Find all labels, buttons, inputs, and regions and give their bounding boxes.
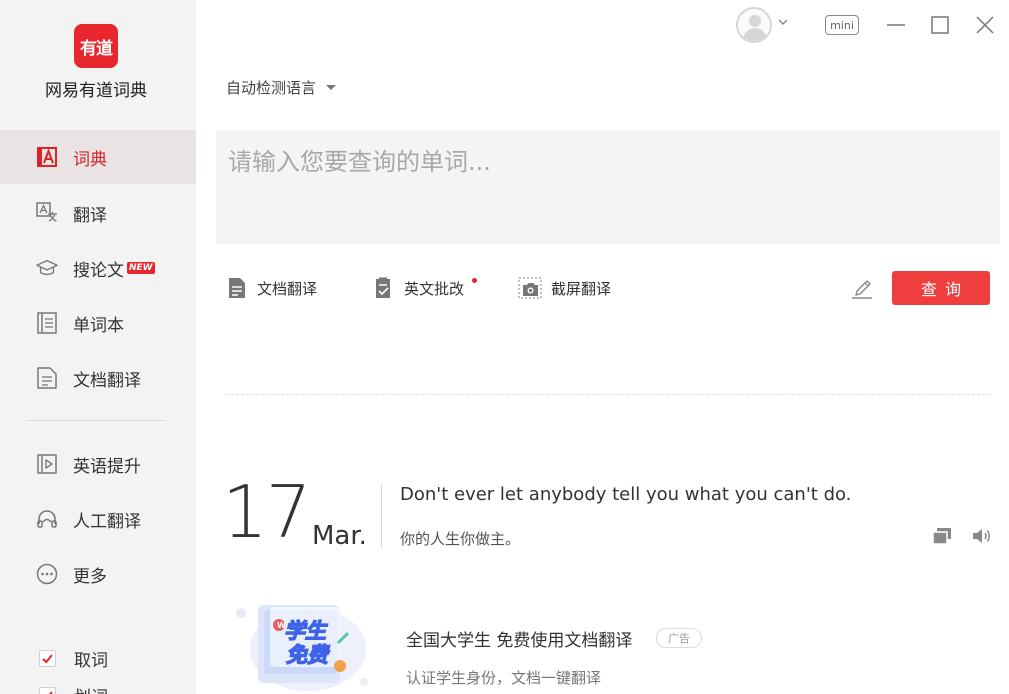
sidebar-item-label: 文档翻译 bbox=[73, 370, 141, 391]
ad-image-text-1: 学生 bbox=[283, 619, 326, 643]
section-divider bbox=[226, 394, 990, 395]
ad-image-text-2: 免费 bbox=[285, 643, 328, 667]
ad-image[interactable]: W 学生 免费 bbox=[230, 593, 370, 694]
app-name: 网易有道词典 bbox=[45, 81, 147, 101]
cards-icon[interactable] bbox=[931, 525, 953, 547]
screenshot-camera-icon bbox=[518, 277, 542, 299]
select-word-checkbox[interactable] bbox=[39, 686, 56, 694]
document-icon bbox=[36, 367, 58, 389]
translate-icon bbox=[36, 202, 58, 224]
daily-date-month: Mar. bbox=[312, 521, 367, 551]
sidebar-item-label: 翻译 bbox=[73, 205, 107, 226]
sidebar-item-label: 人工翻译 bbox=[73, 511, 141, 532]
search-input[interactable] bbox=[216, 130, 1000, 244]
more-dots-icon bbox=[36, 563, 58, 585]
minimize-icon[interactable] bbox=[885, 14, 907, 36]
tool-label: 英文批改 bbox=[404, 279, 465, 298]
app-logo: 有道 bbox=[74, 24, 118, 68]
avatar-head-shape bbox=[749, 15, 761, 27]
ad-title[interactable]: 全国大学生 免费使用文档翻译 bbox=[406, 626, 632, 651]
search-button[interactable]: 查询 bbox=[892, 271, 990, 305]
checklist-icon bbox=[376, 277, 390, 298]
sidebar-item-label: 词典 bbox=[73, 149, 107, 170]
sidebar-item-doc-translate[interactable]: 文档翻译 bbox=[0, 351, 196, 405]
sidebar-item-label: 更多 bbox=[73, 566, 107, 587]
tool-label: 截屏翻译 bbox=[551, 279, 612, 298]
sidebar-item-wordbook[interactable]: 单词本 bbox=[0, 296, 196, 350]
headset-icon bbox=[36, 508, 58, 530]
sidebar-item-human-translate[interactable]: 人工翻译 bbox=[0, 492, 196, 546]
sidebar-item-label: 搜论文 NEW bbox=[73, 256, 155, 281]
sidebar-item-dictionary[interactable]: 词典 bbox=[0, 130, 196, 184]
sidebar-item-english-improve[interactable]: 英语提升 bbox=[0, 437, 196, 491]
chevron-down-icon[interactable] bbox=[777, 18, 789, 26]
sidebar-item-text: 搜论文 bbox=[73, 260, 124, 281]
video-play-icon bbox=[36, 453, 58, 475]
sidebar-item-label: 英语提升 bbox=[73, 456, 141, 477]
document-icon bbox=[229, 278, 245, 298]
language-select[interactable]: 自动检测语言 bbox=[226, 77, 337, 98]
sidebar-item-label: 单词本 bbox=[73, 315, 124, 336]
tool-label: 文档翻译 bbox=[257, 279, 318, 298]
avatar-body-shape bbox=[743, 28, 767, 41]
sidebar-divider bbox=[26, 420, 166, 421]
wordbook-icon bbox=[36, 312, 58, 334]
essay-correction-tool[interactable]: 英文批改 bbox=[373, 276, 464, 300]
capture-word-checkbox[interactable] bbox=[39, 649, 56, 667]
sidebar-item-more[interactable]: 更多 bbox=[0, 547, 196, 601]
sidebar-item-papers[interactable]: 搜论文 NEW bbox=[0, 241, 196, 295]
ad-subtitle: 认证学生身份，文档一键翻译 bbox=[406, 669, 602, 687]
select-word-label: 划词 bbox=[74, 683, 108, 694]
daily-date-day: 17 bbox=[222, 470, 312, 554]
language-select-value: 自动检测语言 bbox=[226, 79, 317, 97]
daily-sentence-zh: 你的人生你做主。 bbox=[400, 530, 521, 548]
screenshot-translate-tool[interactable]: 截屏翻译 bbox=[518, 276, 611, 300]
dictionary-icon bbox=[36, 146, 58, 168]
speaker-icon[interactable] bbox=[970, 525, 992, 547]
caret-down-icon bbox=[326, 85, 337, 90]
sidebar-item-translate[interactable]: 翻译 bbox=[0, 186, 196, 240]
doc-translate-tool[interactable]: 文档翻译 bbox=[226, 276, 317, 300]
capture-word-option[interactable]: 取词 bbox=[0, 643, 196, 673]
edit-icon[interactable] bbox=[850, 277, 874, 301]
date-divider bbox=[381, 484, 382, 548]
daily-sentence-en[interactable]: Don't ever let anybody tell you what you… bbox=[400, 484, 851, 505]
mortarboard-icon bbox=[36, 257, 58, 279]
new-badge: NEW bbox=[127, 261, 155, 274]
user-avatar[interactable] bbox=[736, 7, 772, 43]
logo-text: 有道 bbox=[80, 38, 113, 59]
sidebar: 有道 网易有道词典 词典 翻译 搜论文 NEW 单词本 文档翻译 英语提升 人工… bbox=[0, 0, 196, 694]
maximize-icon[interactable] bbox=[929, 14, 951, 36]
close-icon[interactable] bbox=[974, 14, 996, 36]
capture-word-label: 取词 bbox=[74, 650, 108, 671]
select-word-option[interactable]: 划词 bbox=[0, 680, 196, 694]
notification-dot bbox=[472, 278, 477, 283]
mini-mode-button[interactable]: mini bbox=[825, 15, 859, 35]
ad-badge: 广告 bbox=[656, 628, 702, 648]
